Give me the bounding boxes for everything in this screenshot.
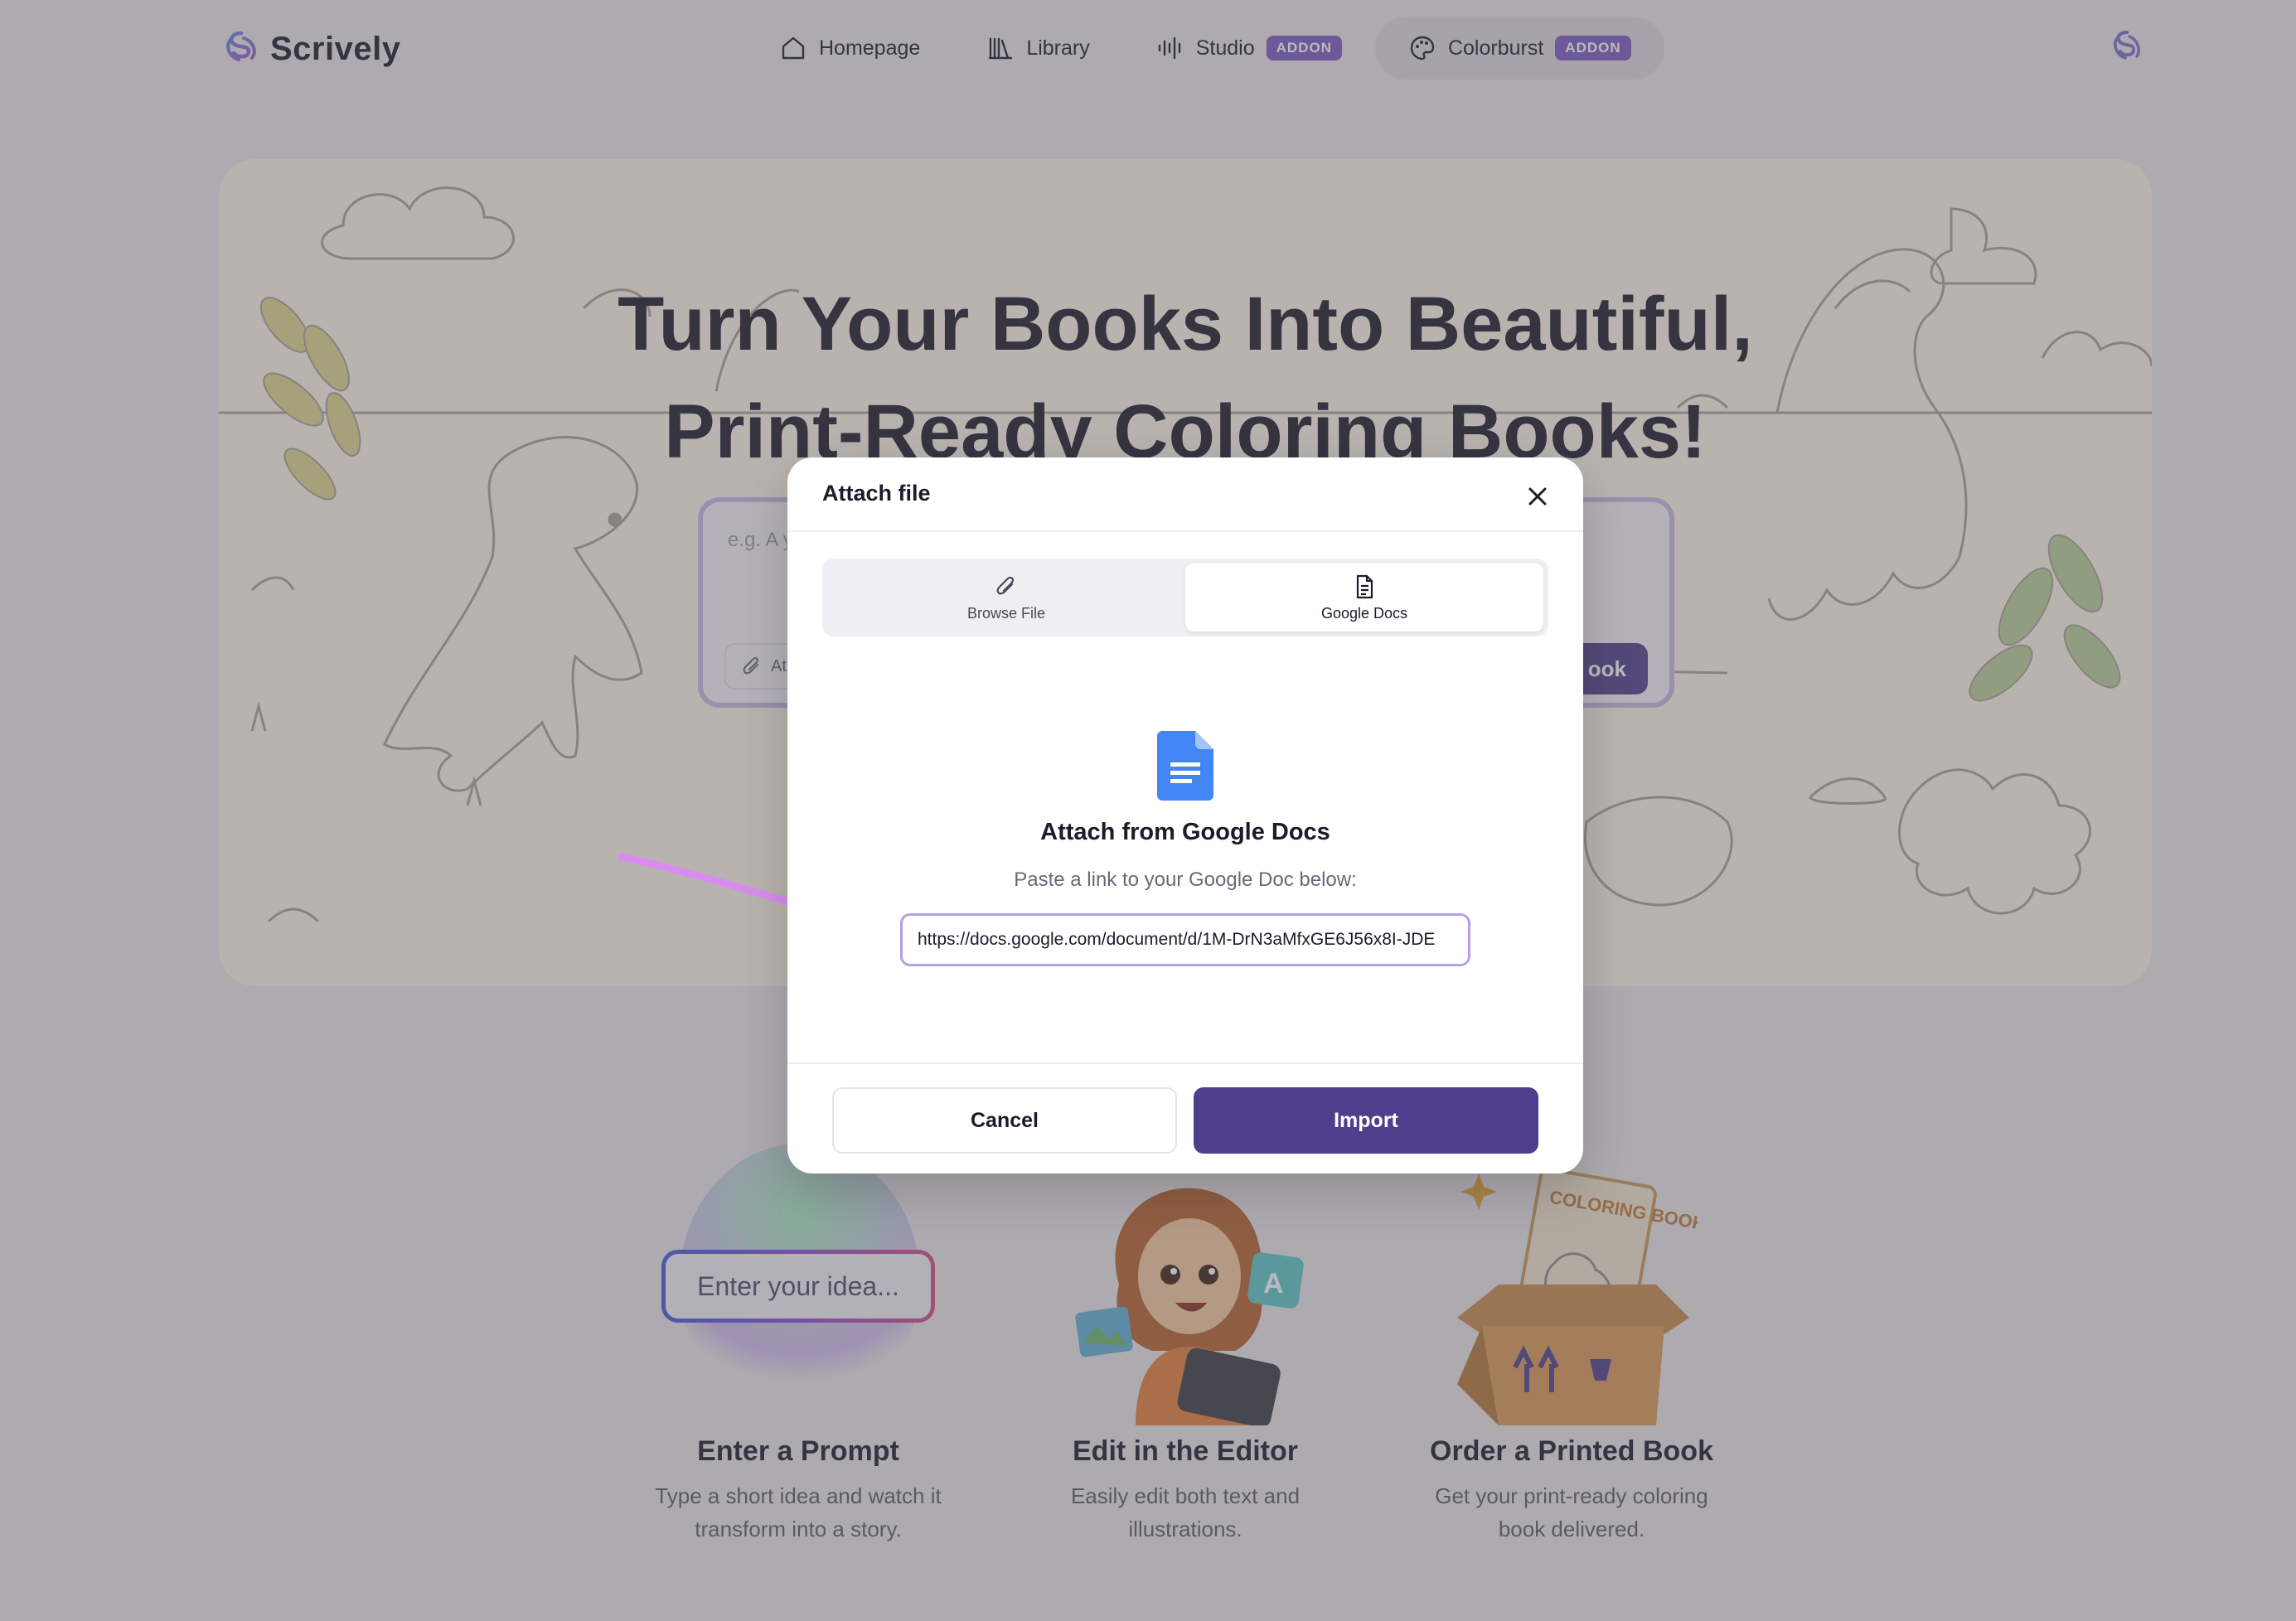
attach-subtext: Paste a link to your Google Doc below:	[1014, 869, 1357, 891]
import-button[interactable]: Import	[1194, 1087, 1538, 1154]
attach-source-tabs: Browse File Google Docs	[822, 559, 1548, 636]
modal-title: Attach file	[822, 481, 931, 506]
attach-heading: Attach from Google Docs	[1040, 819, 1330, 845]
google-docs-icon	[1157, 731, 1213, 801]
document-icon	[1356, 574, 1373, 598]
attach-file-modal: Attach file Browse File Google Docs Atta…	[787, 457, 1583, 1173]
tab-google-docs[interactable]: Google Docs	[1185, 564, 1543, 631]
cancel-button[interactable]: Cancel	[832, 1087, 1177, 1154]
google-doc-link-input[interactable]	[900, 913, 1470, 966]
tab-browse-file[interactable]: Browse File	[827, 564, 1185, 631]
modal-header: Attach file	[787, 457, 1583, 532]
paperclip-icon	[996, 576, 1015, 594]
modal-footer: Cancel Import	[787, 1062, 1583, 1173]
tab-label: Google Docs	[1320, 604, 1408, 622]
tab-label: Browse File	[966, 604, 1046, 622]
close-icon[interactable]	[1523, 482, 1552, 510]
